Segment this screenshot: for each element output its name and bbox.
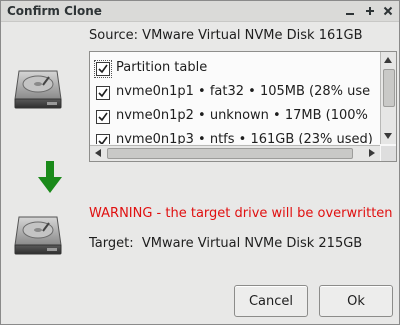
partition-list: Partition table nvme0n1p1 • fat32 • 105M… xyxy=(89,51,397,162)
source-hard-drive-icon xyxy=(13,67,63,115)
plus-icon xyxy=(366,7,374,15)
source-label: Source: xyxy=(89,28,139,43)
arrow-right-icon xyxy=(369,149,375,157)
partition-label: Partition table xyxy=(116,60,208,75)
scrollbar-corner xyxy=(381,146,396,161)
partition-label: nvme0n1p3 • ntfs • 161GB (23% used) xyxy=(116,132,373,144)
partition-checkbox[interactable] xyxy=(94,60,112,78)
arrow-up-icon xyxy=(384,57,392,63)
checkbox-checked-icon xyxy=(98,88,108,98)
minimize-button[interactable] xyxy=(341,2,359,20)
source-row: Source: VMware Virtual NVMe Disk 161GB xyxy=(89,28,363,43)
partition-row[interactable]: nvme0n1p2 • unknown • 17MB (100% xyxy=(90,104,380,128)
partition-list-viewport: Partition table nvme0n1p1 • fat32 • 105M… xyxy=(90,52,380,144)
scroll-down-button[interactable] xyxy=(381,129,395,143)
arrow-left-icon xyxy=(95,149,101,157)
title-bar[interactable]: Confirm Clone xyxy=(1,1,399,22)
target-row: Target: VMware Virtual NVMe Disk 215GB xyxy=(89,236,362,251)
vertical-scrollbar[interactable] xyxy=(380,52,396,144)
checkbox-checked-icon xyxy=(98,136,108,144)
checkbox-checked-icon xyxy=(98,112,108,122)
partition-checkbox[interactable] xyxy=(96,110,110,124)
confirm-clone-dialog: Confirm Clone Source: VMware Virtual NVM… xyxy=(0,0,400,325)
target-disk-name: VMware Virtual NVMe Disk 215GB xyxy=(141,236,363,251)
partition-row[interactable]: Partition table xyxy=(90,56,380,80)
checkbox-checked-icon xyxy=(98,64,108,74)
vertical-scroll-thumb[interactable] xyxy=(383,69,395,107)
ok-button[interactable]: Ok xyxy=(319,285,393,317)
target-label: Target: xyxy=(89,236,134,251)
scroll-left-button[interactable] xyxy=(91,146,105,160)
close-icon xyxy=(383,6,393,16)
partition-row[interactable]: nvme0n1p1 • fat32 • 105MB (28% use xyxy=(90,80,380,104)
scroll-right-button[interactable] xyxy=(365,146,379,160)
source-disk-name: VMware Virtual NVMe Disk 161GB xyxy=(142,28,363,43)
overwrite-warning: WARNING - the target drive will be overw… xyxy=(89,206,393,221)
arrow-down-icon xyxy=(384,133,392,139)
partition-label: nvme0n1p1 • fat32 • 105MB (28% use xyxy=(116,84,371,99)
maximize-button[interactable] xyxy=(361,2,379,20)
partition-checkbox[interactable] xyxy=(96,134,110,144)
horizontal-scroll-thumb[interactable] xyxy=(107,148,353,159)
window-title: Confirm Clone xyxy=(7,4,102,18)
horizontal-scrollbar[interactable] xyxy=(90,145,380,161)
minimize-icon xyxy=(346,13,354,15)
partition-label: nvme0n1p2 • unknown • 17MB (100% xyxy=(116,108,368,123)
partition-checkbox[interactable] xyxy=(96,86,110,100)
target-hard-drive-icon xyxy=(13,213,63,261)
scroll-up-button[interactable] xyxy=(381,53,395,67)
close-button[interactable] xyxy=(379,2,397,20)
cancel-button[interactable]: Cancel xyxy=(234,285,308,317)
down-arrow-icon xyxy=(38,161,62,199)
partition-row[interactable]: nvme0n1p3 • ntfs • 161GB (23% used) xyxy=(90,128,380,144)
